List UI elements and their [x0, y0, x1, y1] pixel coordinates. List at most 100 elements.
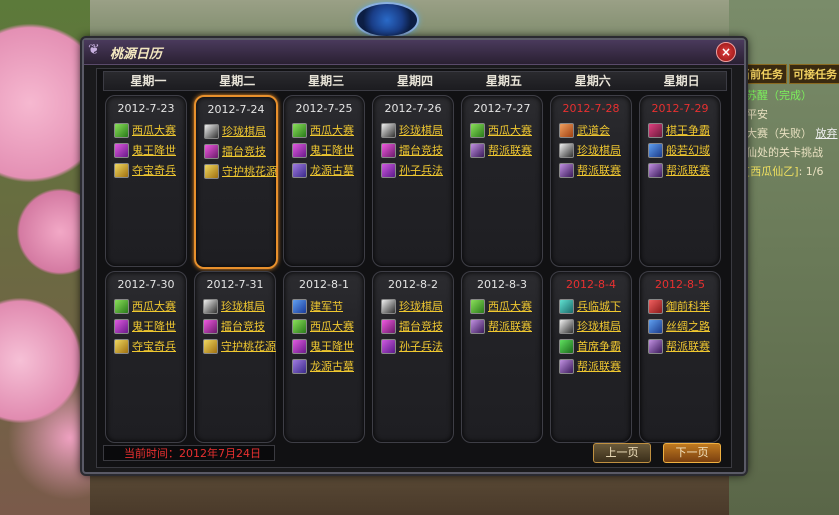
event-link[interactable]: 棋王争霸 — [648, 122, 720, 138]
event-label[interactable]: 武道会 — [577, 122, 610, 138]
event-link[interactable]: 帮派联赛 — [648, 162, 720, 178]
event-label[interactable]: 西瓜大赛 — [488, 122, 532, 138]
event-link[interactable]: 孙子兵法 — [381, 338, 453, 354]
prev-page-button[interactable]: 上一页 — [593, 443, 651, 463]
quest-line[interactable]: 捉平安 — [735, 106, 839, 122]
event-link[interactable]: 武道会 — [559, 122, 631, 138]
event-label[interactable]: 西瓜大赛 — [132, 298, 176, 314]
event-label[interactable]: 西瓜大赛 — [132, 122, 176, 138]
event-label[interactable]: 帮派联赛 — [488, 318, 532, 334]
event-link[interactable]: 珍珑棋局 — [381, 298, 453, 314]
event-label[interactable]: 擂台竞技 — [222, 143, 266, 159]
event-label[interactable]: 帮派联赛 — [577, 358, 621, 374]
event-label[interactable]: 龙源古墓 — [310, 162, 354, 178]
event-link[interactable]: 帮派联赛 — [470, 318, 542, 334]
event-label[interactable]: 棋王争霸 — [666, 122, 710, 138]
event-label[interactable]: 擂台竞技 — [399, 318, 443, 334]
event-label[interactable]: 守护桃花源 — [222, 163, 277, 179]
tab-available-quests[interactable]: 可接任务 — [789, 64, 839, 84]
calendar-day-cell[interactable]: 2012-8-4 兵临城下 珍珑棋局 首席争霸 帮派联赛 — [550, 271, 632, 443]
calendar-day-cell[interactable]: 2012-7-28 武道会 珍珑棋局 帮派联赛 — [550, 95, 632, 267]
quest-line[interactable]: 瓜大赛（失败） 放弃 — [735, 125, 839, 141]
event-label[interactable]: 夺宝奇兵 — [132, 162, 176, 178]
event-label[interactable]: 西瓜大赛 — [488, 298, 532, 314]
quest-line[interactable]: 禁苏醒（完成） — [735, 87, 839, 103]
event-label[interactable]: 珍珑棋局 — [577, 318, 621, 334]
event-link[interactable]: 夺宝奇兵 — [114, 338, 186, 354]
event-link[interactable]: 珍珑棋局 — [559, 318, 631, 334]
event-label[interactable]: 夺宝奇兵 — [132, 338, 176, 354]
event-label[interactable]: 孙子兵法 — [399, 338, 443, 354]
event-label[interactable]: 般若幻域 — [666, 142, 710, 158]
event-link[interactable]: 首席争霸 — [559, 338, 631, 354]
event-link[interactable]: 鬼王降世 — [292, 142, 364, 158]
event-link[interactable]: 擂台竞技 — [204, 143, 276, 159]
event-link[interactable]: 擂台竞技 — [381, 318, 453, 334]
event-link[interactable]: 擂台竞技 — [381, 142, 453, 158]
event-link[interactable]: 守护桃花源 — [204, 163, 277, 179]
event-link[interactable]: 西瓜大赛 — [470, 122, 542, 138]
quest-line[interactable]: 战[西瓜仙乙]: 1/6 — [735, 163, 839, 179]
event-link[interactable]: 珍珑棋局 — [559, 142, 631, 158]
window-titlebar[interactable]: ❦ 桃源日历 × — [84, 40, 744, 65]
event-label[interactable]: 守护桃花源 — [221, 338, 276, 354]
event-label[interactable]: 帮派联赛 — [666, 162, 710, 178]
event-link[interactable]: 西瓜大赛 — [470, 298, 542, 314]
event-label[interactable]: 西瓜大赛 — [310, 122, 354, 138]
event-label[interactable]: 御前科举 — [666, 298, 710, 314]
event-link[interactable]: 鬼王降世 — [114, 142, 186, 158]
event-label[interactable]: 丝绸之路 — [666, 318, 710, 334]
event-link[interactable]: 珍珑棋局 — [203, 298, 275, 314]
event-link[interactable]: 般若幻域 — [648, 142, 720, 158]
event-link[interactable]: 擂台竞技 — [203, 318, 275, 334]
calendar-day-cell[interactable]: 2012-7-24 珍珑棋局 擂台竞技 守护桃花源 — [194, 95, 278, 269]
event-label[interactable]: 帮派联赛 — [488, 142, 532, 158]
event-link[interactable]: 丝绸之路 — [648, 318, 720, 334]
event-link[interactable]: 鬼王降世 — [114, 318, 186, 334]
event-link[interactable]: 建军节 — [292, 298, 364, 314]
calendar-day-cell[interactable]: 2012-7-26 珍珑棋局 擂台竞技 孙子兵法 — [372, 95, 454, 267]
event-label[interactable]: 兵临城下 — [577, 298, 621, 314]
event-label[interactable]: 擂台竞技 — [399, 142, 443, 158]
event-link[interactable]: 龙源古墓 — [292, 358, 364, 374]
calendar-day-cell[interactable]: 2012-8-1 建军节 西瓜大赛 鬼王降世 龙源古墓 — [283, 271, 365, 443]
event-link[interactable]: 帮派联赛 — [559, 358, 631, 374]
quest-line[interactable]: 瓜仙处的关卡挑战 — [735, 144, 839, 160]
calendar-day-cell[interactable]: 2012-8-5 御前科举 丝绸之路 帮派联赛 — [639, 271, 721, 443]
event-label[interactable]: 鬼王降世 — [132, 142, 176, 158]
event-link[interactable]: 帮派联赛 — [648, 338, 720, 354]
event-link[interactable]: 帮派联赛 — [470, 142, 542, 158]
calendar-day-cell[interactable]: 2012-7-30 西瓜大赛 鬼王降世 夺宝奇兵 — [105, 271, 187, 443]
event-label[interactable]: 龙源古墓 — [310, 358, 354, 374]
calendar-day-cell[interactable]: 2012-7-31 珍珑棋局 擂台竞技 守护桃花源 — [194, 271, 276, 443]
quest-target-link[interactable]: [西瓜仙乙] — [746, 165, 799, 178]
event-link[interactable]: 西瓜大赛 — [114, 122, 186, 138]
calendar-day-cell[interactable]: 2012-8-2 珍珑棋局 擂台竞技 孙子兵法 — [372, 271, 454, 443]
event-link[interactable]: 帮派联赛 — [559, 162, 631, 178]
event-link[interactable]: 御前科举 — [648, 298, 720, 314]
event-label[interactable]: 帮派联赛 — [666, 338, 710, 354]
event-label[interactable]: 首席争霸 — [577, 338, 621, 354]
event-link[interactable]: 珍珑棋局 — [381, 122, 453, 138]
event-link[interactable]: 兵临城下 — [559, 298, 631, 314]
event-link[interactable]: 龙源古墓 — [292, 162, 364, 178]
event-label[interactable]: 珍珑棋局 — [577, 142, 621, 158]
event-label[interactable]: 擂台竞技 — [221, 318, 265, 334]
event-link[interactable]: 守护桃花源 — [203, 338, 276, 354]
next-page-button[interactable]: 下一页 — [663, 443, 721, 463]
event-label[interactable]: 孙子兵法 — [399, 162, 443, 178]
event-label[interactable]: 珍珑棋局 — [221, 298, 265, 314]
calendar-day-cell[interactable]: 2012-7-29 棋王争霸 般若幻域 帮派联赛 — [639, 95, 721, 267]
event-label[interactable]: 鬼王降世 — [310, 338, 354, 354]
event-link[interactable]: 西瓜大赛 — [114, 298, 186, 314]
event-label[interactable]: 珍珑棋局 — [222, 123, 266, 139]
calendar-day-cell[interactable]: 2012-7-23 西瓜大赛 鬼王降世 夺宝奇兵 — [105, 95, 187, 267]
calendar-day-cell[interactable]: 2012-7-25 西瓜大赛 鬼王降世 龙源古墓 — [283, 95, 365, 267]
event-label[interactable]: 珍珑棋局 — [399, 122, 443, 138]
event-link[interactable]: 珍珑棋局 — [204, 123, 276, 139]
calendar-day-cell[interactable]: 2012-8-3 西瓜大赛 帮派联赛 — [461, 271, 543, 443]
event-link[interactable]: 西瓜大赛 — [292, 122, 364, 138]
event-link[interactable]: 孙子兵法 — [381, 162, 453, 178]
event-label[interactable]: 建军节 — [310, 298, 343, 314]
event-label[interactable]: 珍珑棋局 — [399, 298, 443, 314]
